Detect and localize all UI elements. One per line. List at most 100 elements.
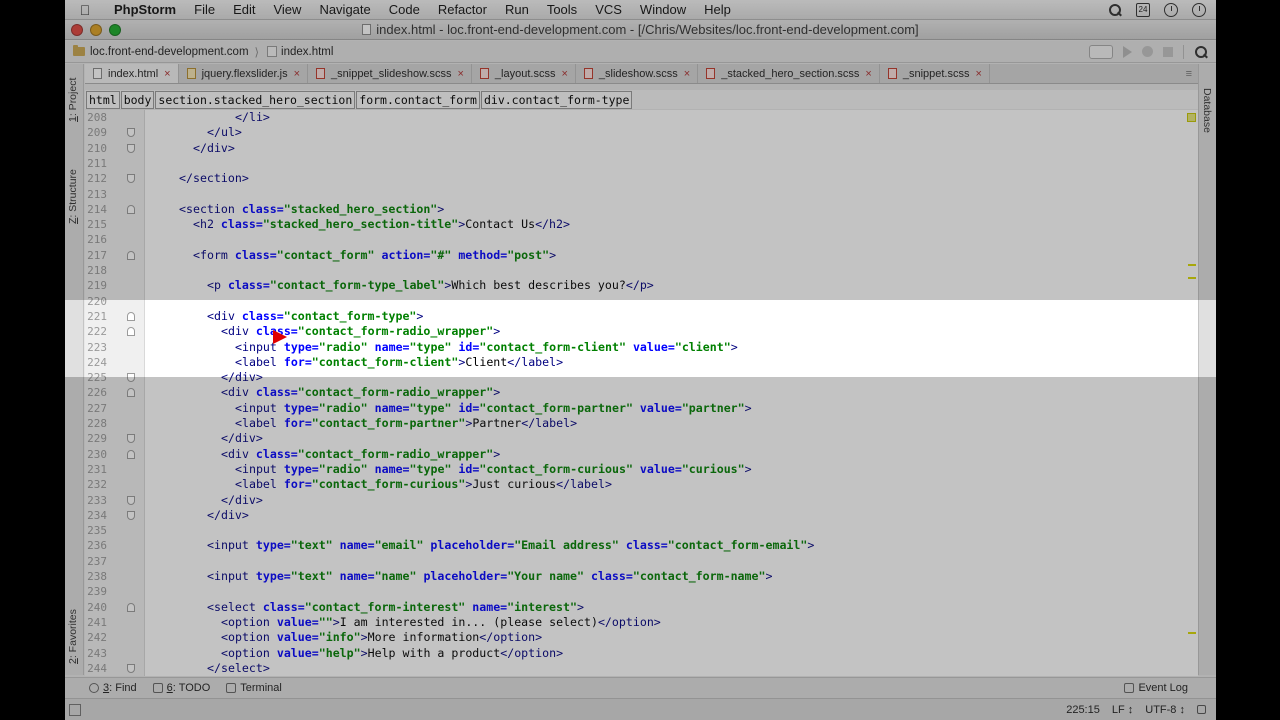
- fold-marker-icon[interactable]: [127, 388, 135, 398]
- code-line[interactable]: 219 <p class="contact_form-type_label">Wh…: [85, 278, 1198, 293]
- code-line[interactable]: 208 </li>: [85, 110, 1198, 125]
- code-line[interactable]: 237: [85, 554, 1198, 569]
- fold-marker-icon[interactable]: [127, 327, 135, 337]
- power-icon[interactable]: [1192, 2, 1206, 17]
- code-line[interactable]: 233 </div>: [85, 493, 1198, 508]
- run-config-dropdown[interactable]: [1089, 44, 1113, 59]
- code-line[interactable]: 236 <input type="text" name="email" place…: [85, 538, 1198, 553]
- code-line[interactable]: 209 </ul>: [85, 125, 1198, 140]
- fold-marker-icon[interactable]: [127, 602, 135, 612]
- stripe-mark[interactable]: [1188, 264, 1196, 266]
- code-line[interactable]: 235: [85, 523, 1198, 538]
- code-line[interactable]: 213: [85, 187, 1198, 202]
- menu-navigate[interactable]: Navigate: [310, 2, 379, 17]
- menu-tools[interactable]: Tools: [538, 2, 586, 17]
- code-line[interactable]: 215 <h2 class="stacked_hero_section-title…: [85, 217, 1198, 232]
- close-tab-icon[interactable]: ×: [457, 68, 463, 80]
- fold-marker-icon[interactable]: [127, 128, 135, 138]
- code-line[interactable]: 220: [85, 294, 1198, 309]
- code-line[interactable]: 231 <input type="radio" name="type" id="c…: [85, 462, 1198, 477]
- menu-run[interactable]: Run: [496, 2, 538, 17]
- fold-marker-icon[interactable]: [127, 449, 135, 459]
- code-line[interactable]: 242 <option value="info">More information…: [85, 630, 1198, 645]
- code-line[interactable]: 226 <div class="contact_form-radio_wrappe…: [85, 385, 1198, 400]
- code-line[interactable]: 221 <div class="contact_form-type">: [85, 309, 1198, 324]
- code-line[interactable]: 210 </div>: [85, 141, 1198, 156]
- tool-event-log[interactable]: Event Log: [1116, 682, 1216, 694]
- fold-marker-icon[interactable]: [127, 510, 135, 520]
- tag-breadcrumb-item[interactable]: html: [86, 90, 120, 109]
- calendar-badge-icon[interactable]: 24: [1136, 2, 1150, 17]
- code-line[interactable]: 227 <input type="radio" name="type" id="c…: [85, 401, 1198, 416]
- fold-marker-icon[interactable]: [127, 174, 135, 184]
- menu-edit[interactable]: Edit: [224, 2, 264, 17]
- close-tab-icon[interactable]: ×: [865, 68, 871, 80]
- tool-todo[interactable]: 6: TODO: [145, 682, 219, 694]
- fold-marker-icon[interactable]: [127, 434, 135, 444]
- close-tab-icon[interactable]: ×: [684, 68, 690, 80]
- close-window-button[interactable]: [71, 23, 83, 36]
- tag-breadcrumb-item[interactable]: div.contact_form-type: [480, 90, 633, 109]
- lock-icon[interactable]: [1197, 705, 1206, 714]
- tool-tab-database[interactable]: Database: [1201, 88, 1213, 133]
- inspection-status-icon[interactable]: [1187, 113, 1196, 122]
- menu-help[interactable]: Help: [695, 2, 740, 17]
- editor-tab[interactable]: _snippet.scss ×: [880, 64, 990, 83]
- menu-view[interactable]: View: [264, 2, 310, 17]
- code-editor[interactable]: 208 </li> 209 </ul> 210 </div> 211 212 </section…: [85, 110, 1198, 676]
- code-line[interactable]: 222 <div class="contact_form-radio_wrappe…: [85, 324, 1198, 339]
- editor-tab[interactable]: _layout.scss ×: [472, 64, 576, 83]
- code-line[interactable]: 212 </section>: [85, 171, 1198, 186]
- minimize-window-button[interactable]: [90, 23, 102, 36]
- code-line[interactable]: 243 <option value="help">Help with a prod…: [85, 646, 1198, 661]
- menu-file[interactable]: File: [185, 2, 224, 17]
- nav-crumb-file[interactable]: index.html: [259, 46, 339, 58]
- zoom-window-button[interactable]: [109, 23, 121, 36]
- menu-app-name[interactable]: PhpStorm: [105, 2, 185, 17]
- code-line[interactable]: 230 <div class="contact_form-radio_wrappe…: [85, 447, 1198, 462]
- tool-tab-favorites[interactable]: 2: Favorites: [67, 609, 79, 664]
- tool-find[interactable]: 3: Find: [65, 682, 145, 694]
- fold-marker-icon[interactable]: [127, 311, 135, 321]
- tool-tab-structure[interactable]: Z: Structure: [67, 169, 79, 224]
- fold-marker-icon[interactable]: [127, 204, 135, 214]
- code-line[interactable]: 218: [85, 263, 1198, 278]
- stop-icon[interactable]: [1163, 46, 1173, 57]
- code-line[interactable]: 214 <section class="stacked_hero_section"…: [85, 202, 1198, 217]
- search-everywhere-icon[interactable]: [1194, 45, 1208, 59]
- code-line[interactable]: 229 </div>: [85, 431, 1198, 446]
- close-tab-icon[interactable]: ×: [975, 68, 981, 80]
- menu-refactor[interactable]: Refactor: [429, 2, 496, 17]
- nav-crumb-project[interactable]: loc.front-end-development.com: [65, 45, 255, 58]
- debug-icon[interactable]: [1142, 46, 1153, 57]
- close-tab-icon[interactable]: ×: [561, 68, 567, 80]
- code-line[interactable]: 240 <select class="contact_form-interest"…: [85, 600, 1198, 615]
- tag-breadcrumb-item[interactable]: form.contact_form: [356, 90, 480, 109]
- stripe-mark[interactable]: [1188, 632, 1196, 634]
- tag-breadcrumb-item[interactable]: body: [120, 90, 155, 109]
- editor-tab[interactable]: _snippet_slideshow.scss ×: [308, 64, 472, 83]
- code-line[interactable]: 217 <form class="contact_form" action="#"…: [85, 248, 1198, 263]
- tabs-overflow[interactable]: ≡: [1186, 64, 1198, 83]
- caret-position[interactable]: 225:15: [1066, 704, 1100, 716]
- code-line[interactable]: 239: [85, 584, 1198, 599]
- stripe-mark[interactable]: [1188, 277, 1196, 279]
- file-encoding[interactable]: UTF-8 ↕: [1145, 704, 1185, 716]
- menu-vcs[interactable]: VCS: [586, 2, 631, 17]
- code-line[interactable]: 228 <label for="contact_form-partner">Par…: [85, 416, 1198, 431]
- toggle-tool-windows-icon[interactable]: [69, 703, 81, 716]
- editor-tab[interactable]: _slideshow.scss ×: [576, 64, 699, 83]
- apple-icon[interactable]: : [65, 2, 105, 18]
- code-line[interactable]: 234 </div>: [85, 508, 1198, 523]
- fold-marker-icon[interactable]: [127, 373, 135, 383]
- close-tab-icon[interactable]: ×: [294, 68, 300, 80]
- code-line[interactable]: 232 <label for="contact_form-curious">Jus…: [85, 477, 1198, 492]
- tool-terminal[interactable]: Terminal: [218, 682, 290, 694]
- editor-tab[interactable]: jquery.flexslider.js ×: [179, 64, 309, 83]
- code-line[interactable]: 223 <input type="radio" name="type" id="c…: [85, 340, 1198, 355]
- spotlight-search-icon[interactable]: [1108, 3, 1122, 17]
- clock-icon[interactable]: [1164, 2, 1178, 17]
- tool-tab-project[interactable]: 1: Project: [67, 78, 79, 122]
- run-icon[interactable]: [1123, 45, 1132, 58]
- code-line[interactable]: 244 </select>: [85, 661, 1198, 676]
